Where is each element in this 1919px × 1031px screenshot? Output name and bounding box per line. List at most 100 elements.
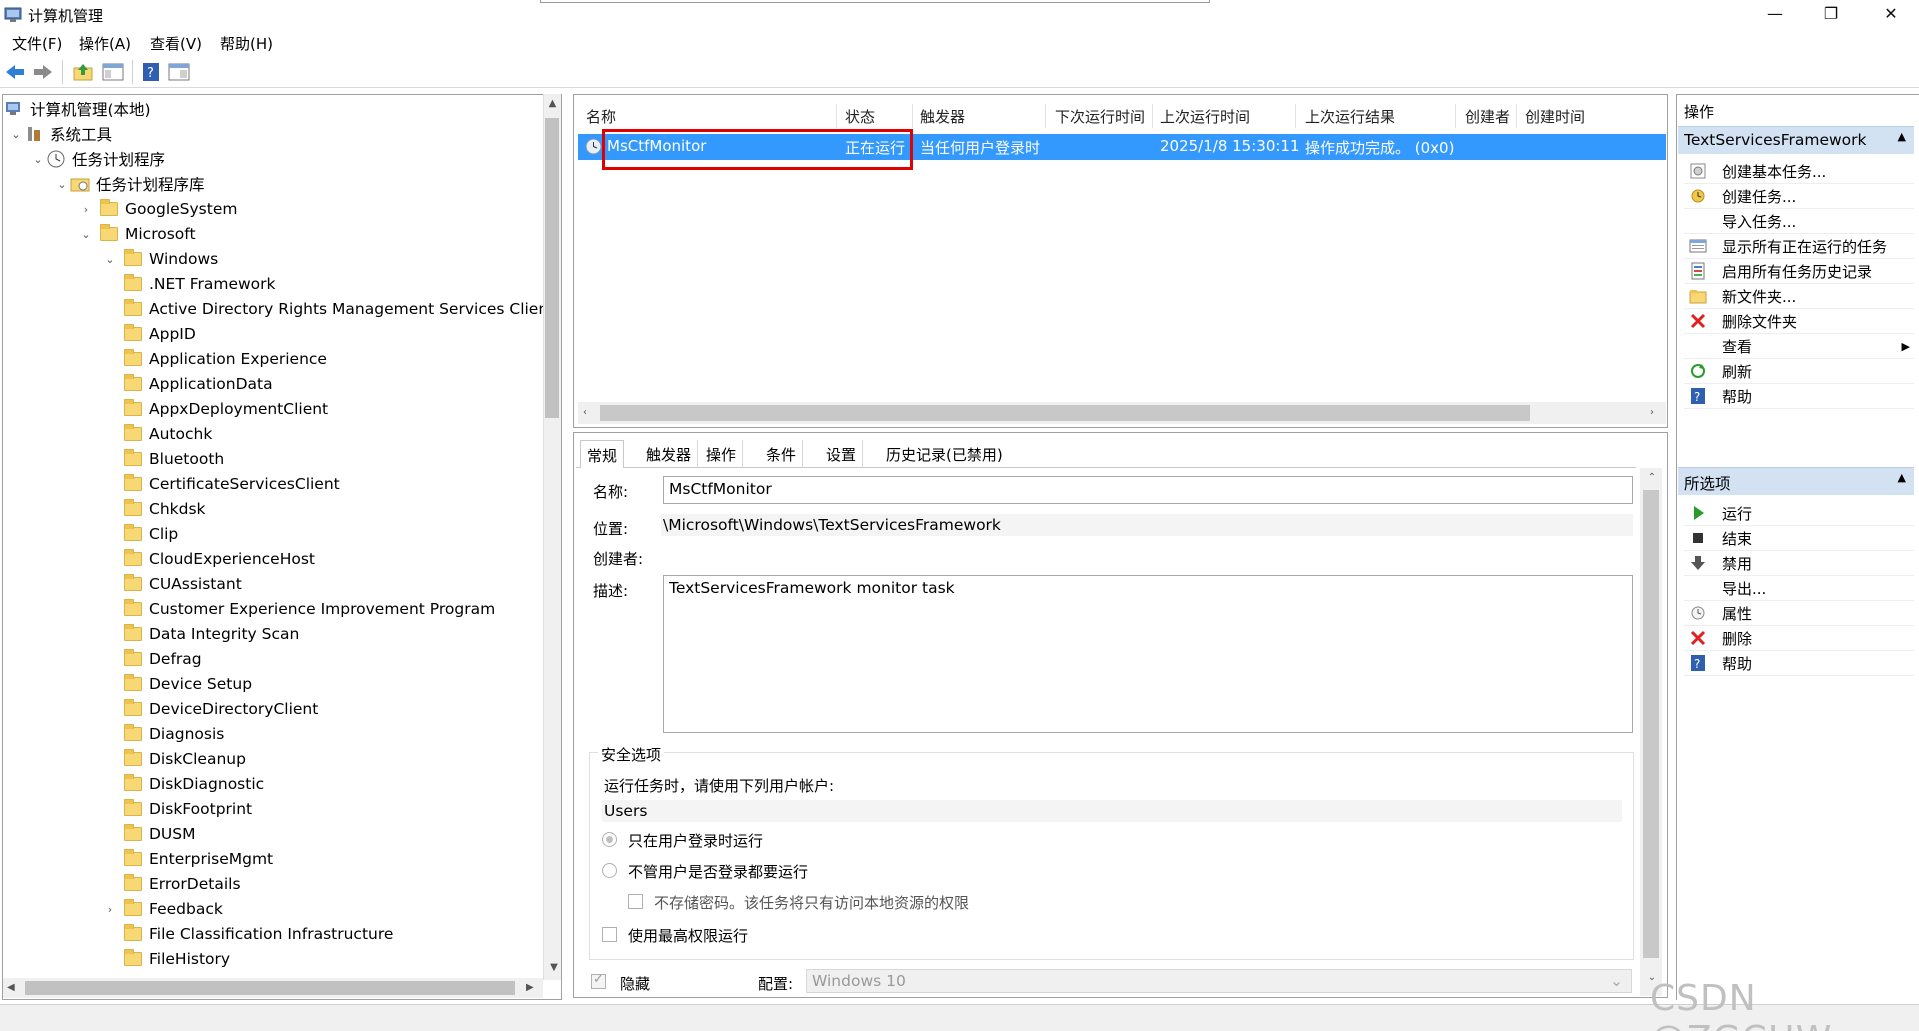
tree-item-googlesystem[interactable]: › GoogleSystem — [78, 197, 237, 221]
tree-item-folder[interactable]: .NET Framework — [124, 272, 276, 296]
tree-item-folder[interactable]: Data Integrity Scan — [124, 622, 299, 646]
tree-scroll-thumb[interactable] — [545, 118, 559, 418]
details-scroll-thumb[interactable] — [1643, 490, 1659, 958]
tree-item-folder[interactable]: Device Setup — [124, 672, 252, 696]
description-field[interactable]: TextServicesFramework monitor task — [663, 575, 1633, 733]
action-item[interactable]: 导入任务... — [1688, 208, 1914, 234]
task-list-hscroll-thumb[interactable] — [600, 405, 1530, 421]
column-header-name[interactable]: 名称 — [586, 106, 616, 127]
hidden-checkbox[interactable] — [591, 972, 606, 989]
tree-item-folder[interactable]: Active Directory Rights Management Servi… — [124, 297, 548, 321]
tree-item-folder[interactable]: CertificateServicesClient — [124, 472, 340, 496]
close-button[interactable]: ✕ — [1868, 0, 1914, 30]
task-name-field[interactable]: MsCtfMonitor — [663, 476, 1633, 504]
chevron-right-icon[interactable]: › — [102, 903, 118, 916]
collapse-arrow-icon[interactable]: ▲ — [1898, 471, 1906, 484]
tree-item-folder[interactable]: Chkdsk — [124, 497, 206, 521]
column-header-created[interactable]: 创建时间 — [1525, 106, 1585, 127]
tree-item-windows[interactable]: ⌄ Windows — [102, 247, 218, 271]
tree-item-microsoft[interactable]: ⌄ Microsoft — [78, 222, 196, 246]
action-item[interactable]: 导出... — [1688, 575, 1914, 601]
tab-conditions[interactable]: 条件 — [760, 440, 804, 468]
radio-whether-logged-on[interactable] — [602, 863, 617, 878]
tab-triggers[interactable]: 触发器 — [640, 440, 699, 468]
tree-item-folder[interactable]: EnterpriseMgmt — [124, 847, 273, 871]
tree-item-root[interactable]: 计算机管理(本地) — [4, 97, 151, 121]
minimize-button[interactable]: — — [1752, 0, 1798, 30]
chevron-down-icon[interactable]: ⌄ — [102, 253, 118, 266]
tree-item-folder[interactable]: DiskCleanup — [124, 747, 246, 771]
radio-only-logged-on[interactable] — [602, 832, 617, 847]
menu-help[interactable]: 帮助(H) — [220, 33, 273, 54]
chevron-down-icon[interactable]: ⌄ — [8, 128, 24, 141]
tree-item-folder[interactable]: FileHistory — [124, 947, 230, 971]
column-header-trigger[interactable]: 触发器 — [920, 106, 965, 127]
tree-item-task-scheduler[interactable]: ⌄ 任务计划程序 — [30, 147, 165, 171]
action-item[interactable]: 运行 — [1688, 500, 1914, 526]
chevron-down-icon[interactable]: ⌄ — [54, 178, 70, 191]
tree-item-folder[interactable]: DiskFootprint — [124, 797, 252, 821]
help-icon[interactable]: ? — [140, 62, 162, 82]
scroll-left-icon[interactable]: ◀ — [7, 982, 15, 993]
tree-item-folder[interactable]: Bluetooth — [124, 447, 224, 471]
tree-item-folder[interactable]: File Classification Infrastructure — [124, 922, 393, 946]
no-store-password-checkbox[interactable] — [628, 894, 643, 909]
actions-section-selected[interactable]: 所选项 ▲ — [1678, 467, 1914, 495]
tab-general[interactable]: 常规 — [580, 440, 625, 468]
tree-item-folder[interactable]: Defrag — [124, 647, 202, 671]
tree-item-folder[interactable]: CUAssistant — [124, 572, 242, 596]
scroll-down-icon[interactable]: ▼ — [547, 962, 561, 973]
tree-item-folder[interactable]: ApplicationData — [124, 372, 273, 396]
tree-item-folder[interactable]: Diagnosis — [124, 722, 224, 746]
tab-settings[interactable]: 设置 — [820, 440, 864, 468]
chevron-right-icon[interactable]: › — [78, 203, 94, 216]
action-item[interactable]: 创建任务... — [1688, 183, 1914, 209]
tree-item-folder[interactable]: DeviceDirectoryClient — [124, 697, 318, 721]
scroll-up-icon[interactable]: ⌃ — [1645, 472, 1659, 483]
action-item[interactable]: ? 帮助 — [1688, 650, 1914, 676]
tab-actions[interactable]: 操作 — [700, 440, 744, 468]
tree-item-folder[interactable]: Autochk — [124, 422, 212, 446]
tree-item-folder[interactable]: DUSM — [124, 822, 196, 846]
tree-item-folder[interactable]: Customer Experience Improvement Program — [124, 597, 495, 621]
action-item[interactable]: ? 帮助 — [1688, 383, 1914, 409]
tree-hscroll-thumb[interactable] — [25, 981, 515, 995]
tree-item-folder[interactable]: DiskDiagnostic — [124, 772, 264, 796]
tree-item-folder[interactable]: AppxDeploymentClient — [124, 397, 328, 421]
forward-arrow-icon[interactable] — [32, 62, 54, 82]
action-item[interactable]: 删除 — [1688, 625, 1914, 651]
menu-action[interactable]: 操作(A) — [79, 33, 131, 54]
action-item[interactable]: 刷新 — [1688, 358, 1914, 384]
menu-file[interactable]: 文件(F) — [12, 33, 62, 54]
action-item[interactable]: 查看 ▶ — [1688, 333, 1914, 359]
column-header-last-run[interactable]: 上次运行时间 — [1160, 106, 1250, 127]
action-item[interactable]: 新文件夹... — [1688, 283, 1914, 309]
tree-item-system-tools[interactable]: ⌄ 系统工具 — [8, 122, 112, 146]
chevron-down-icon[interactable]: ⌄ — [30, 153, 46, 166]
menu-view[interactable]: 查看(V) — [150, 33, 202, 54]
up-folder-icon[interactable] — [72, 62, 94, 82]
action-item[interactable]: 创建基本任务... — [1688, 158, 1914, 184]
scroll-left-icon[interactable]: ‹ — [583, 407, 587, 418]
maximize-button[interactable]: ❐ — [1808, 0, 1854, 30]
show-hide-tree-icon[interactable] — [102, 62, 124, 82]
tree-item-folder[interactable]: › Feedback — [108, 897, 223, 921]
back-arrow-icon[interactable] — [4, 62, 26, 82]
tree-item-task-library[interactable]: ⌄ 任务计划程序库 — [54, 172, 204, 196]
tree-item-folder[interactable]: CloudExperienceHost — [124, 547, 315, 571]
scroll-right-icon[interactable]: ▶ — [526, 982, 534, 993]
tree-item-folder[interactable]: Clip — [124, 522, 178, 546]
column-header-last-result[interactable]: 上次运行结果 — [1305, 106, 1395, 127]
action-item[interactable]: 结束 — [1688, 525, 1914, 551]
action-item[interactable]: 显示所有正在运行的任务 — [1688, 233, 1914, 259]
actions-section-folder[interactable]: TextServicesFramework ▲ — [1678, 126, 1914, 154]
column-header-next-run[interactable]: 下次运行时间 — [1055, 106, 1145, 127]
tab-history[interactable]: 历史记录(已禁用) — [880, 440, 1009, 468]
action-item[interactable]: 删除文件夹 — [1688, 308, 1914, 334]
scroll-up-icon[interactable]: ▲ — [544, 98, 561, 109]
column-header-status[interactable]: 状态 — [845, 106, 875, 127]
tree-item-folder[interactable]: AppID — [124, 322, 196, 346]
action-item[interactable]: 禁用 — [1688, 550, 1914, 576]
action-item[interactable]: 属性 — [1688, 600, 1914, 626]
column-header-author[interactable]: 创建者 — [1465, 106, 1510, 127]
